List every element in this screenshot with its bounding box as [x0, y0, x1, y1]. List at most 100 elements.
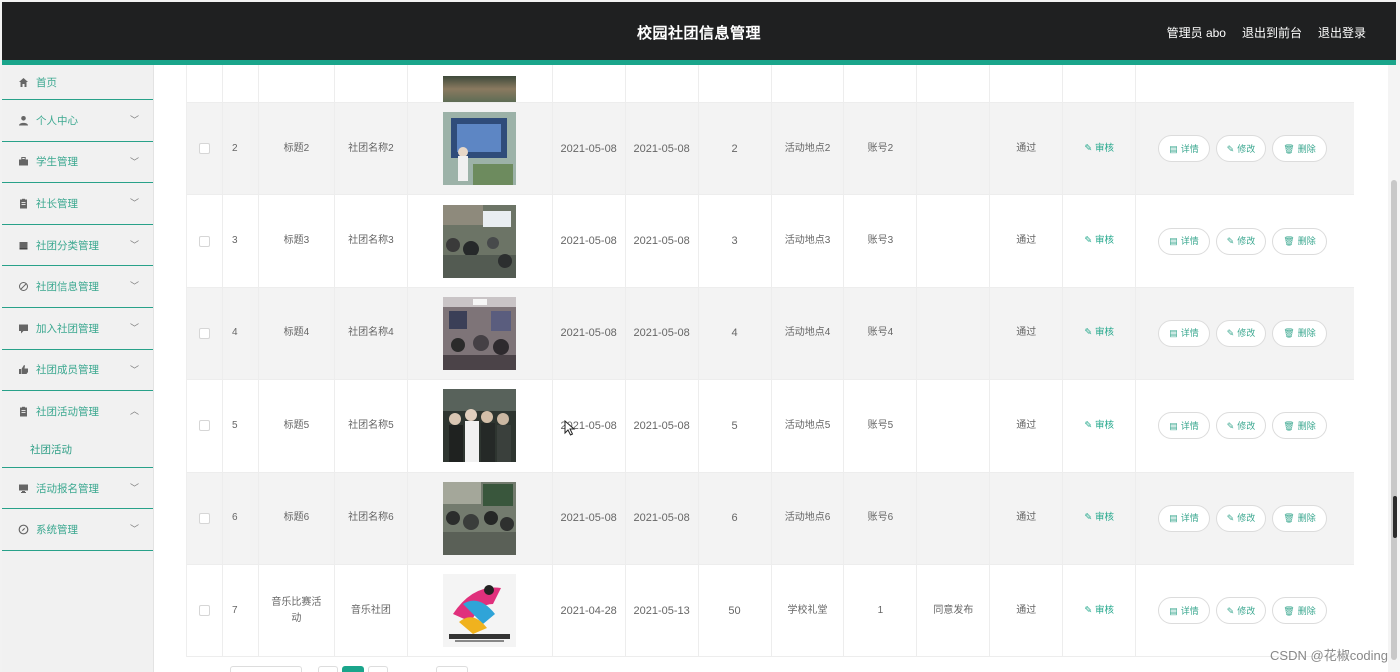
review-status: 通过 — [990, 195, 1064, 287]
edit-button[interactable]: ✎ 修改 — [1215, 135, 1267, 163]
detail-button[interactable]: ▤ 详情 — [1158, 504, 1210, 532]
sidebar-item-presidents[interactable]: 社长管理 ﹀ — [2, 183, 153, 225]
start-date: 2021-05-08 — [553, 472, 626, 564]
end-date: 2021-05-08 — [626, 195, 699, 287]
current-page-button[interactable] — [342, 666, 364, 672]
club-name: 社团名称2 — [335, 103, 408, 195]
prev-page-button[interactable] — [318, 666, 338, 672]
sidebar-item-home[interactable]: 首页 — [2, 65, 153, 100]
participant-count: 4 — [699, 287, 772, 380]
pen-icon: ✎ — [1084, 604, 1096, 616]
table-row: 6 标题6 社团名称6 2021-05-08 2021-05-08 6 活动地点… — [187, 472, 1354, 565]
account: 1 — [844, 564, 918, 657]
document-icon: ▤ — [1169, 513, 1178, 524]
row-checkbox[interactable] — [198, 235, 210, 247]
logout-link[interactable]: 退出登录 — [1318, 24, 1366, 41]
detail-button[interactable]: ▤ 详情 — [1158, 597, 1210, 625]
end-date: 2021-05-13 — [626, 564, 699, 657]
pen-icon: ✎ — [1084, 512, 1096, 524]
account: 账号5 — [844, 380, 918, 472]
activity-photo[interactable] — [443, 112, 517, 186]
sidebar-item-club-members[interactable]: 社团成员管理 ﹀ — [2, 350, 153, 392]
activity-photo[interactable] — [443, 389, 517, 463]
account: 账号4 — [844, 287, 918, 380]
scrollbar[interactable] — [1388, 65, 1400, 672]
pen-icon: ✎ — [1226, 513, 1235, 524]
scrollbar-thumb[interactable] — [1391, 180, 1397, 660]
edit-button[interactable]: ✎ 修改 — [1215, 227, 1267, 255]
detail-button[interactable]: ▤ 详情 — [1158, 227, 1210, 255]
activity-location: 活动地点5 — [772, 380, 845, 472]
briefcase-icon — [18, 156, 29, 167]
row-checkbox[interactable] — [198, 512, 210, 524]
trash-icon: 🗑 — [1283, 605, 1295, 616]
jump-page-input[interactable] — [436, 666, 468, 672]
delete-button[interactable]: 🗑 删除 — [1272, 227, 1327, 255]
edit-button[interactable]: ✎ 修改 — [1215, 319, 1267, 347]
review-note: 同意发布 — [917, 564, 991, 657]
activity-photo[interactable] — [443, 204, 517, 278]
sidebar-item-label: 社团活动管理 — [36, 406, 99, 419]
edit-button[interactable]: ✎ 修改 — [1215, 504, 1267, 532]
sidebar-item-club-category[interactable]: 社团分类管理 ﹀ — [2, 225, 153, 267]
activity-photo[interactable] — [443, 296, 517, 370]
audit-link[interactable]: ✎ 审核 — [1084, 510, 1114, 526]
review-status: 通过 — [990, 380, 1064, 472]
compass-icon — [18, 524, 29, 535]
review-note — [917, 287, 991, 380]
sidebar-subitem-club-activity[interactable]: 社团活动 — [2, 433, 153, 468]
detail-button[interactable]: ▤ 详情 — [1158, 135, 1210, 163]
chevron-down-icon: ﹀ — [129, 239, 139, 250]
activity-photo[interactable] — [443, 574, 517, 648]
watermark: CSDN @花椒coding — [1270, 648, 1388, 663]
audit-link[interactable]: ✎ 审核 — [1084, 233, 1114, 249]
sidebar-item-system[interactable]: 系统管理 ﹀ — [2, 509, 153, 551]
chevron-down-icon: ﹀ — [129, 198, 139, 209]
pen-icon: ✎ — [1226, 143, 1235, 154]
edit-button[interactable]: ✎ 修改 — [1215, 597, 1267, 625]
activity-location: 活动地点6 — [772, 472, 845, 564]
participant-count: 3 — [699, 195, 772, 287]
sidebar-item-club-activities[interactable]: 社团活动管理 ︿ — [2, 391, 153, 433]
detail-button[interactable]: ▤ 详情 — [1158, 319, 1210, 347]
activity-table: 2 标题2 社团名称2 2021-05-08 2021-05-08 2 活动地点… — [186, 65, 1354, 658]
pen-icon: ✎ — [1084, 142, 1096, 154]
delete-button[interactable]: 🗑 删除 — [1272, 412, 1327, 440]
edit-button[interactable]: ✎ 修改 — [1215, 412, 1267, 440]
club-name: 社团名称4 — [335, 287, 408, 380]
audit-link[interactable]: ✎ 审核 — [1084, 141, 1114, 157]
delete-button[interactable]: 🗑 删除 — [1272, 319, 1327, 347]
sidebar-item-join-club[interactable]: 加入社团管理 ﹀ — [2, 308, 153, 350]
document-icon: ▤ — [1169, 420, 1178, 431]
exit-to-front-link[interactable]: 退出到前台 — [1242, 24, 1302, 41]
sidebar: 首页 个人中心 ﹀ 学生管理 ﹀ 社长管理 ﹀ 社团分类管理 ﹀ 社团信息管理 … — [2, 65, 154, 672]
admin-user-label[interactable]: 管理员 abo — [1167, 24, 1226, 41]
sidebar-item-label: 社团分类管理 — [36, 239, 99, 252]
row-index: 7 — [223, 564, 259, 657]
sidebar-item-activity-signup[interactable]: 活动报名管理 ﹀ — [2, 468, 153, 510]
activity-photo[interactable] — [443, 481, 517, 555]
detail-button[interactable]: ▤ 详情 — [1158, 412, 1210, 440]
audit-link[interactable]: ✎ 审核 — [1084, 418, 1114, 434]
sidebar-item-label: 个人中心 — [36, 114, 78, 127]
chevron-down-icon: ﹀ — [129, 482, 139, 493]
row-checkbox[interactable] — [198, 327, 210, 339]
audit-link[interactable]: ✎ 审核 — [1084, 603, 1114, 619]
row-checkbox[interactable] — [198, 143, 210, 155]
delete-button[interactable]: 🗑 删除 — [1272, 597, 1327, 625]
sidebar-item-label: 社长管理 — [36, 197, 78, 210]
sidebar-item-club-info[interactable]: 社团信息管理 ﹀ — [2, 266, 153, 308]
document-icon: ▤ — [1169, 143, 1178, 154]
pen-icon: ✎ — [1226, 236, 1235, 247]
page-size-select[interactable] — [230, 666, 302, 672]
delete-button[interactable]: 🗑 删除 — [1272, 504, 1327, 532]
next-page-button[interactable] — [368, 666, 388, 672]
activity-title: 标题2 — [259, 103, 335, 195]
document-icon: ▤ — [1169, 236, 1178, 247]
row-checkbox[interactable] — [198, 605, 210, 617]
sidebar-item-personal-center[interactable]: 个人中心 ﹀ — [2, 100, 153, 142]
delete-button[interactable]: 🗑 删除 — [1272, 135, 1327, 163]
sidebar-item-students[interactable]: 学生管理 ﹀ — [2, 142, 153, 184]
audit-link[interactable]: ✎ 审核 — [1084, 325, 1114, 341]
row-checkbox[interactable] — [198, 420, 210, 432]
